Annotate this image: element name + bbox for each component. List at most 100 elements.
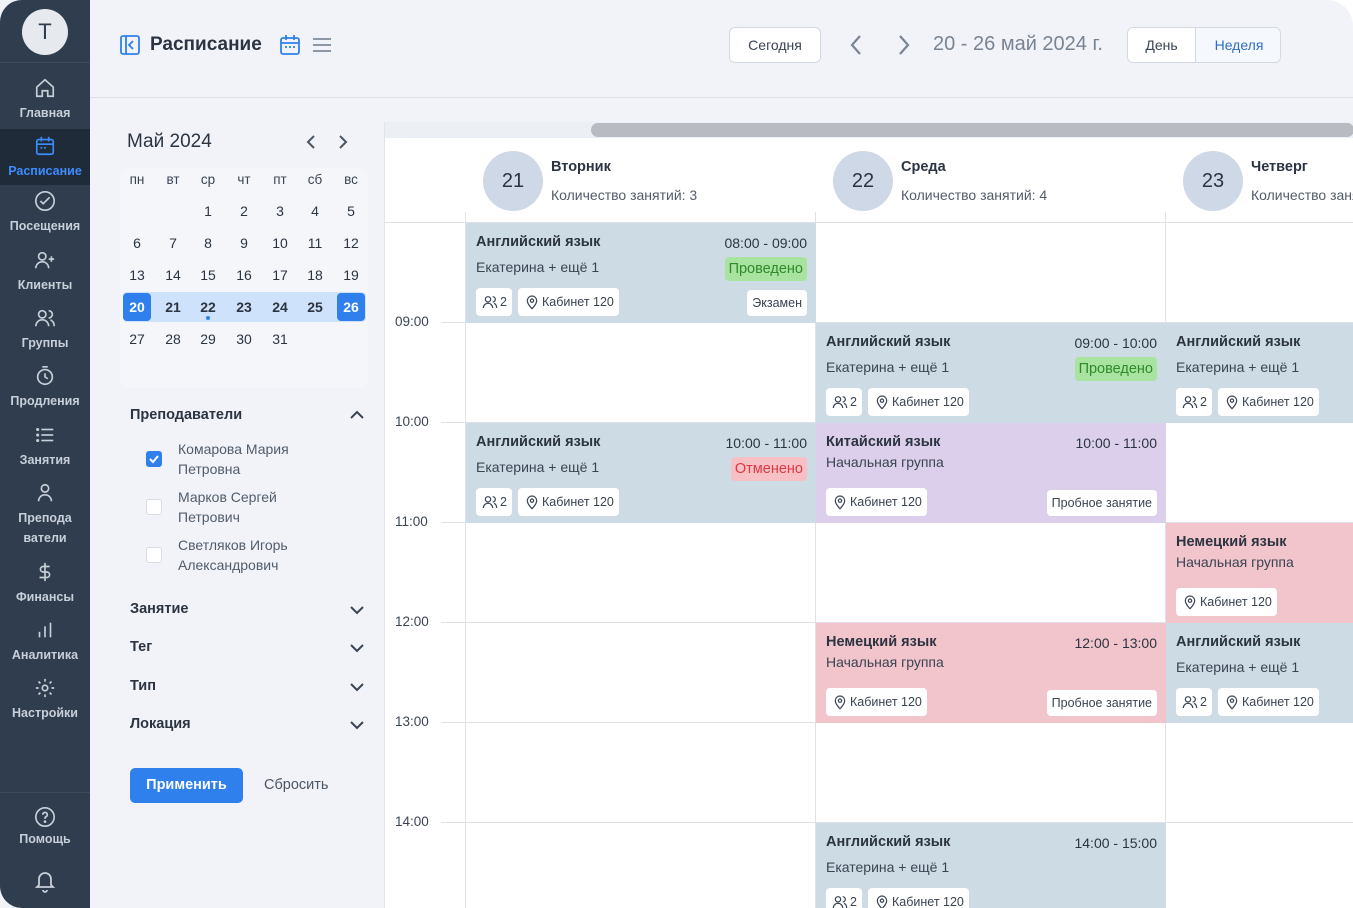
calendar-day[interactable]: 29 <box>194 325 222 353</box>
sidebar-item-7[interactable]: Занятия <box>0 422 90 474</box>
calendar-day[interactable]: 15 <box>194 261 222 289</box>
lesson-card[interactable]: Английский язык Екатерина + ещё 1 2 Кабинет… <box>1166 323 1353 423</box>
lesson-card[interactable]: Китайский язык 10:00 - 11:00 Начальная гру… <box>816 423 1166 523</box>
sidebar-item-2[interactable]: Расписание <box>0 129 90 185</box>
calendar-day[interactable]: 16 <box>230 261 258 289</box>
calendar-day[interactable]: 11 <box>301 229 329 257</box>
lesson-card[interactable]: Английский язык 10:00 - 11:00 Екатерина + … <box>466 423 816 523</box>
lesson-card[interactable]: Немецкий язык Начальная группа Кабинет 120 <box>1166 523 1353 623</box>
calendar-day[interactable]: 8 <box>194 229 222 257</box>
calendar-day[interactable]: 10 <box>266 229 294 257</box>
lesson-title: Английский язык <box>1176 634 1301 650</box>
calendar-day[interactable]: 23 <box>230 293 258 321</box>
group-icon <box>482 296 498 309</box>
tag-filter-title[interactable]: Тег <box>130 639 152 655</box>
calendar-day[interactable]: 9 <box>230 229 258 257</box>
sidebar-item-6[interactable]: Продления <box>0 363 90 415</box>
chevron-up-icon[interactable] <box>349 408 365 422</box>
calendar-day[interactable]: 25 <box>301 293 329 321</box>
hour-tick <box>441 722 465 723</box>
room-name: Кабинет 120 <box>850 695 922 709</box>
collapse-sidebar-icon[interactable] <box>120 35 140 55</box>
chevron-down-icon[interactable] <box>349 641 365 655</box>
lesson-filter-title[interactable]: Занятие <box>130 601 188 617</box>
view-week-button[interactable]: Неделя <box>1196 28 1280 62</box>
calendar-view-icon[interactable] <box>279 34 301 56</box>
calendar-day[interactable]: 27 <box>123 325 151 353</box>
sidebar-item-label: Посещения <box>9 219 81 233</box>
teachers-filter-title[interactable]: Преподаватели <box>130 407 242 423</box>
participants-count: 2 <box>850 895 857 908</box>
calendar-day[interactable]: 24 <box>266 293 294 321</box>
calendar-day[interactable]: 13 <box>123 261 151 289</box>
sidebar-item-4[interactable]: Клиенты <box>0 247 90 299</box>
lesson-card[interactable]: Немецкий язык 12:00 - 13:00 Начальная груп… <box>816 623 1166 723</box>
lesson-status-badge: Проведено <box>1074 357 1157 381</box>
reset-filters-button[interactable]: Сбросить <box>264 777 328 793</box>
lesson-participants: Начальная группа <box>1176 554 1294 570</box>
lesson-card[interactable]: Английский язык 08:00 - 09:00 Екатерина + … <box>466 223 816 323</box>
type-filter-title[interactable]: Тип <box>130 678 156 694</box>
horizontal-scrollbar[interactable] <box>385 122 1353 138</box>
avatar[interactable]: T <box>22 9 68 55</box>
lesson-time: 10:00 - 11:00 <box>1075 435 1157 451</box>
lesson-card[interactable]: Английский язык 14:00 - 15:00 Екатерина + … <box>816 823 1166 908</box>
chevron-down-icon[interactable] <box>349 718 365 732</box>
sidebar-item-5[interactable]: Группы <box>0 305 90 357</box>
view-day-button[interactable]: День <box>1128 28 1196 62</box>
calendar-day[interactable]: 7 <box>159 229 187 257</box>
sidebar-item-9[interactable]: Финансы <box>0 559 90 611</box>
sidebar-item-help[interactable]: Помощь <box>0 806 90 846</box>
lesson-count: Количество занятий: 4 <box>1251 187 1353 203</box>
next-week-icon[interactable] <box>896 33 912 57</box>
calendar-day[interactable]: 5 <box>337 197 365 225</box>
sidebar-item-1[interactable]: Главная <box>0 75 90 127</box>
sidebar-item-10[interactable]: Аналитика <box>0 617 90 669</box>
calendar-day[interactable]: 3 <box>266 197 294 225</box>
lesson-participants: Начальная группа <box>826 654 944 670</box>
teacher-checkbox-2[interactable] <box>146 499 162 515</box>
lesson-card[interactable]: Английский язык Екатерина + ещё 1 2 Кабинет… <box>1166 623 1353 723</box>
weekday-header: пн <box>129 172 145 187</box>
calendar-day[interactable]: 6 <box>123 229 151 257</box>
teacher-name-2[interactable]: Марков Сергей Петрович <box>178 487 338 527</box>
calendar-day[interactable]: 31 <box>266 325 294 353</box>
teacher-name-1[interactable]: Комарова Мария Петровна <box>178 439 338 479</box>
sidebar-item-8[interactable]: Препода ватели <box>0 480 90 558</box>
calendar-day[interactable]: 12 <box>337 229 365 257</box>
calendar-day[interactable]: 19 <box>337 261 365 289</box>
calendar-day[interactable]: 2 <box>230 197 258 225</box>
sidebar-item-3[interactable]: Посещения <box>0 188 90 240</box>
calendar-day[interactable]: 17 <box>266 261 294 289</box>
lesson-title: Немецкий язык <box>826 634 937 650</box>
lesson-card[interactable]: Английский язык 09:00 - 10:00 Екатерина + … <box>816 323 1166 423</box>
calendar-day[interactable]: 21 <box>159 293 187 321</box>
scrollbar-thumb[interactable] <box>591 123 1353 137</box>
apply-filters-button[interactable]: Применить <box>130 768 243 803</box>
chevron-down-icon[interactable] <box>349 680 365 694</box>
calendar-day[interactable]: 14 <box>159 261 187 289</box>
previous-week-icon[interactable] <box>848 33 864 57</box>
notifications-button[interactable] <box>0 868 90 898</box>
today-button[interactable]: Сегодня <box>729 27 821 63</box>
chevron-down-icon[interactable] <box>349 603 365 617</box>
teacher-checkbox-1[interactable] <box>146 451 162 467</box>
calendar-day[interactable]: 1 <box>194 197 222 225</box>
calendar-day[interactable]: 20 <box>123 293 151 321</box>
mini-calendar-prev-icon[interactable] <box>304 134 318 150</box>
teacher-name-3[interactable]: Светляков Игорь Александрович <box>178 535 338 575</box>
list-view-icon[interactable] <box>312 36 332 54</box>
mini-calendar-next-icon[interactable] <box>336 134 350 150</box>
sidebar-item-11[interactable]: Настройки <box>0 675 90 727</box>
teacher-checkbox-3[interactable] <box>146 547 162 563</box>
location-pin-icon <box>876 895 888 908</box>
calendar-day[interactable]: 30 <box>230 325 258 353</box>
lesson-title: Английский язык <box>826 334 951 350</box>
location-filter-title[interactable]: Локация <box>130 716 191 732</box>
weekday-header: вт <box>166 172 180 187</box>
calendar-day[interactable]: 28 <box>159 325 187 353</box>
room-name: Кабинет 120 <box>1200 595 1272 609</box>
calendar-day[interactable]: 18 <box>301 261 329 289</box>
calendar-day[interactable]: 26 <box>337 293 365 321</box>
calendar-day[interactable]: 4 <box>301 197 329 225</box>
